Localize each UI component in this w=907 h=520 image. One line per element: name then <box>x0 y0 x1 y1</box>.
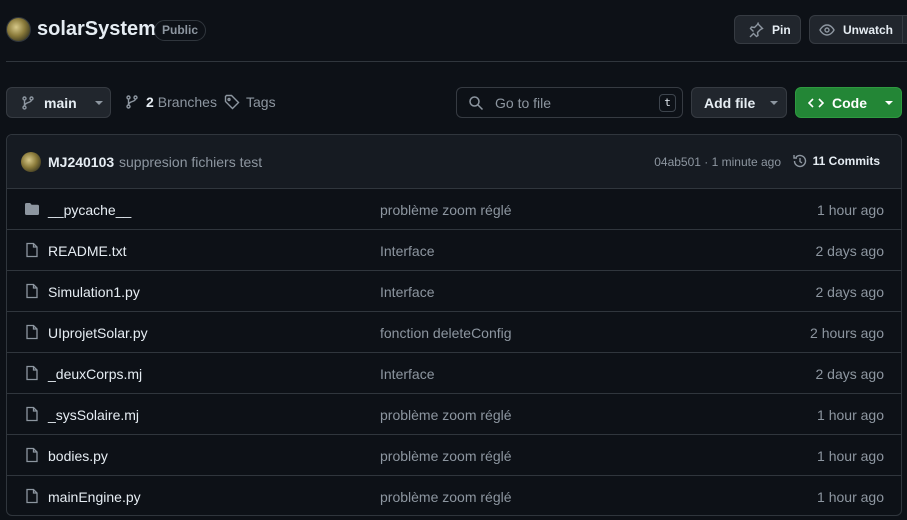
file-list: MJ240103 suppresion fichiers test 04ab50… <box>6 134 902 516</box>
file-name[interactable]: README.txt <box>48 243 127 259</box>
repo-owner-avatar[interactable] <box>6 17 31 42</box>
commit-author-avatar[interactable] <box>21 152 41 172</box>
file-name[interactable]: _sysSolaire.mj <box>48 407 139 423</box>
file-icon <box>26 488 38 504</box>
table-row[interactable]: __pycache__ problème zoom réglé 1 hour a… <box>7 189 901 230</box>
file-age: 2 days ago <box>815 284 885 300</box>
code-label: Code <box>832 94 867 111</box>
file-name[interactable]: Simulation1.py <box>48 284 140 300</box>
repo-header: solarSystem Public Pin Unwatch 1 <box>0 0 907 62</box>
watch-count: 1 <box>902 16 907 43</box>
folder-icon <box>25 203 39 215</box>
file-commit-message[interactable]: Interface <box>380 243 434 259</box>
chevron-down-icon <box>885 100 893 105</box>
file-commit-message[interactable]: fonction deleteConfig <box>380 325 512 341</box>
search-icon <box>469 95 484 110</box>
chevron-down-icon <box>94 100 103 105</box>
go-to-file-input[interactable]: Go to file t <box>456 87 683 118</box>
file-icon <box>26 406 38 422</box>
pin-button[interactable]: Pin <box>734 15 801 44</box>
file-commit-message[interactable]: problème zoom réglé <box>380 202 512 218</box>
file-name[interactable]: mainEngine.py <box>48 489 141 505</box>
header-divider <box>6 61 907 62</box>
file-age: 2 hours ago <box>810 325 884 341</box>
git-branch-icon <box>22 95 34 110</box>
file-name[interactable]: _deuxCorps.mj <box>48 366 142 382</box>
commit-hash-and-time[interactable]: 04ab501 · 1 minute ago <box>654 155 781 169</box>
commit-author[interactable]: MJ240103 <box>48 154 114 170</box>
keyboard-shortcut-hint: t <box>659 94 676 112</box>
file-commit-message[interactable]: problème zoom réglé <box>380 407 512 423</box>
file-icon <box>26 324 38 340</box>
file-name[interactable]: bodies.py <box>48 448 108 464</box>
file-age: 1 hour ago <box>817 489 884 505</box>
repo-name[interactable]: solarSystem <box>37 18 156 41</box>
branches-label: Branches <box>157 94 217 110</box>
file-name[interactable]: __pycache__ <box>48 202 131 218</box>
branch-name: main <box>44 94 77 111</box>
visibility-badge: Public <box>154 20 207 41</box>
pin-icon <box>749 21 764 37</box>
table-row[interactable]: UIprojetSolar.py fonction deleteConfig 2… <box>7 312 901 353</box>
tag-icon <box>224 94 240 110</box>
file-commit-message[interactable]: Interface <box>380 284 434 300</box>
search-placeholder: Go to file <box>495 94 552 111</box>
table-row[interactable]: README.txt Interface 2 days ago <box>7 230 901 271</box>
branches-link[interactable]: 2 Branches <box>124 94 217 110</box>
add-file-button[interactable]: Add file <box>691 87 787 118</box>
branches-count: 2 <box>146 94 154 110</box>
table-row[interactable]: _sysSolaire.mj problème zoom réglé 1 hou… <box>7 394 901 435</box>
file-age: 1 hour ago <box>817 407 884 423</box>
file-icon <box>26 283 38 299</box>
file-age: 2 days ago <box>815 366 885 382</box>
file-commit-message[interactable]: Interface <box>380 366 434 382</box>
git-branch-icon <box>126 95 138 109</box>
latest-commit-bar: MJ240103 suppresion fichiers test 04ab50… <box>7 135 901 189</box>
file-age: 1 hour ago <box>817 448 884 464</box>
file-commit-message[interactable]: problème zoom réglé <box>380 448 512 464</box>
file-icon <box>26 242 38 258</box>
file-commit-message[interactable]: problème zoom réglé <box>380 489 512 505</box>
file-age: 1 hour ago <box>817 202 884 218</box>
eye-icon <box>819 23 835 36</box>
branch-selector-button[interactable]: main <box>6 87 111 118</box>
file-name[interactable]: UIprojetSolar.py <box>48 325 148 341</box>
unwatch-button[interactable]: Unwatch 1 <box>809 15 907 44</box>
tags-link[interactable]: Tags <box>224 94 276 110</box>
table-row[interactable]: Simulation1.py Interface 2 days ago <box>7 271 901 312</box>
commits-label: 11 Commits <box>812 154 880 168</box>
add-file-label: Add file <box>704 94 756 111</box>
commit-message[interactable]: suppresion fichiers test <box>119 154 262 170</box>
tags-label: Tags <box>246 94 276 110</box>
file-icon <box>26 365 38 381</box>
table-row[interactable]: mainEngine.py problème zoom réglé 1 hour… <box>7 476 901 515</box>
unwatch-label: Unwatch <box>843 22 894 37</box>
file-icon <box>26 447 38 463</box>
history-icon <box>792 154 806 168</box>
pin-label: Pin <box>772 22 791 37</box>
table-row[interactable]: bodies.py problème zoom réglé 1 hour ago <box>7 435 901 476</box>
file-age: 2 days ago <box>815 243 885 259</box>
code-button[interactable]: Code <box>795 87 902 118</box>
chevron-down-icon <box>770 100 779 105</box>
table-row[interactable]: _deuxCorps.mj Interface 2 days ago <box>7 353 901 394</box>
code-icon <box>808 97 824 108</box>
commits-history-link[interactable]: 11 Commits <box>792 153 880 169</box>
